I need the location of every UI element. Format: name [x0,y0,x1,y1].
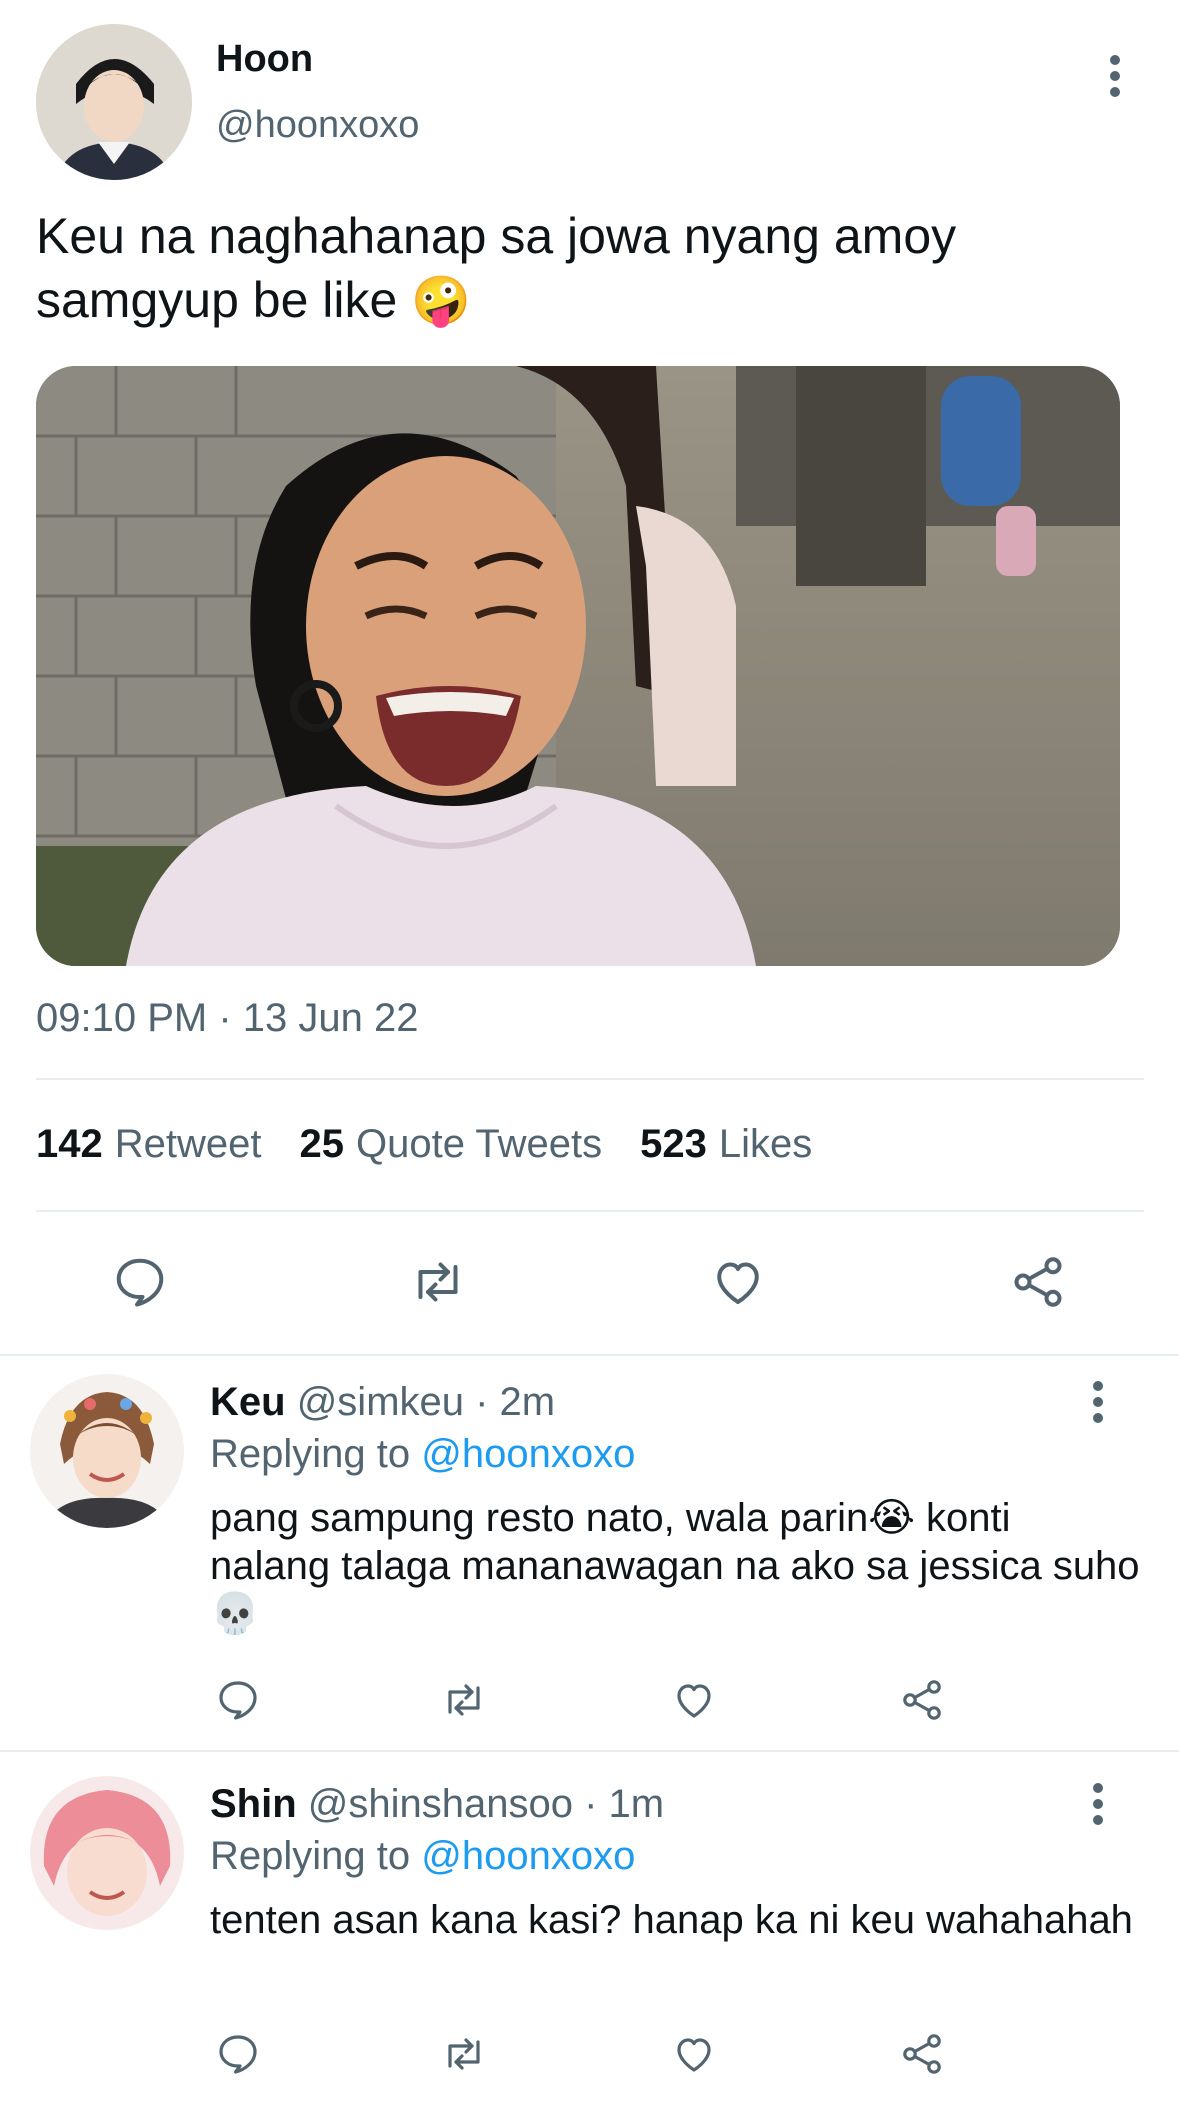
share-icon[interactable] [1008,1252,1068,1312]
tweet-text: Keu na naghahanap sa jowa nyang amoy sam… [36,208,957,328]
reply-header: Keu @simkeu · 2m [210,1380,555,1425]
share-icon[interactable] [898,2030,946,2078]
author-avatar[interactable] [36,24,192,180]
reply-avatar[interactable] [30,1776,184,1930]
reply-author-name[interactable]: Shin [210,1782,297,1826]
tweet-stats: 142 Retweet 25 Quote Tweets 523 Likes [36,1122,850,1167]
more-options-icon[interactable] [1083,1380,1113,1424]
zany-face-emoji: 🤪 [411,275,471,328]
reply-handle-time[interactable]: @simkeu · 2m [297,1380,555,1424]
replying-to: Replying to @hoonxoxo [210,1834,636,1878]
divider [36,1078,1144,1080]
retweet-icon[interactable] [440,2030,488,2078]
tweet-media-image[interactable] [36,366,1120,966]
reply-author-name[interactable]: Keu [210,1380,286,1424]
author-handle[interactable]: @hoonxoxo [216,104,419,147]
reply-icon[interactable] [214,2030,262,2078]
author-name[interactable]: Hoon [216,38,313,81]
mention-link[interactable]: @hoonxoxo [421,1432,635,1476]
share-icon[interactable] [898,1676,946,1724]
more-options-icon[interactable] [1100,54,1130,98]
reply-text: tenten asan kana kasi? hanap ka ni keu w… [210,1898,1133,1942]
stat-retweets[interactable]: 142 Retweet [36,1122,262,1167]
stat-quote-tweets[interactable]: 25 Quote Tweets [300,1122,603,1167]
like-icon[interactable] [670,2030,718,2078]
reply-icon[interactable] [214,1676,262,1724]
reply-avatar[interactable] [30,1374,184,1528]
reply-icon[interactable] [110,1252,170,1312]
retweet-icon[interactable] [440,1676,488,1724]
stat-likes[interactable]: 523 Likes [640,1122,812,1167]
divider [0,1354,1179,1356]
like-icon[interactable] [670,1676,718,1724]
retweet-icon[interactable] [408,1252,468,1312]
mention-link[interactable]: @hoonxoxo [421,1834,635,1878]
more-options-icon[interactable] [1083,1782,1113,1826]
reply-header: Shin @shinshansoo · 1m [210,1782,664,1827]
divider [36,1210,1144,1212]
divider [0,1750,1179,1752]
like-icon[interactable] [708,1252,768,1312]
reply-text: pang sampung resto nato, wala parin😭 kon… [210,1496,1140,1636]
replying-to: Replying to @hoonxoxo [210,1432,636,1476]
tweet-timestamp[interactable]: 09:10 PM · 13 Jun 22 [36,996,418,1041]
reply-handle-time[interactable]: @shinshansoo · 1m [308,1782,664,1826]
